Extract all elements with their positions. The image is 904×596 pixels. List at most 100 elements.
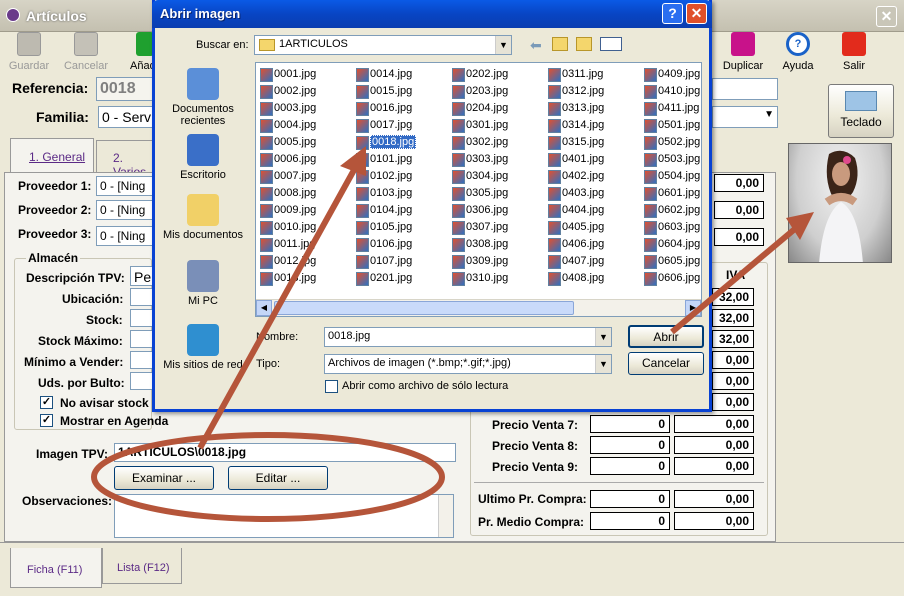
file-item[interactable]: 0601.jpg <box>642 185 700 201</box>
precio-venta-a[interactable]: 0 <box>590 436 670 454</box>
file-item[interactable]: 0105.jpg <box>354 219 412 235</box>
file-item[interactable]: 0107.jpg <box>354 253 412 269</box>
file-item[interactable]: 0016.jpg <box>354 100 412 116</box>
file-item[interactable]: 0014.jpg <box>354 66 412 82</box>
file-item[interactable]: 0605.jpg <box>642 253 700 269</box>
teclado-button[interactable]: Teclado <box>828 84 894 138</box>
stock-field[interactable] <box>130 309 154 327</box>
file-item[interactable]: 0410.jpg <box>642 83 700 99</box>
file-item[interactable]: 0303.jpg <box>450 151 508 167</box>
file-item[interactable]: 0312.jpg <box>546 83 604 99</box>
file-item[interactable]: 0009.jpg <box>258 202 316 218</box>
file-item[interactable]: 0404.jpg <box>546 202 604 218</box>
nombre-field[interactable]: 0018.jpg ▼ <box>324 327 612 347</box>
ubicacion-field[interactable] <box>130 288 154 306</box>
stock-maximo-field[interactable] <box>130 330 154 348</box>
tab-varios[interactable]: 2. Varios <box>96 140 154 179</box>
proveedor2-select[interactable]: 0 - [Ning <box>96 200 154 220</box>
file-item[interactable]: 0503.jpg <box>642 151 700 167</box>
file-item[interactable]: 0104.jpg <box>354 202 412 218</box>
precio-venta-b[interactable]: 0,00 <box>674 457 754 475</box>
no-avisar-checkbox[interactable]: ✓ <box>40 396 53 409</box>
ayuda-button[interactable]: ? Ayuda <box>776 32 820 72</box>
scroll-left-icon[interactable]: ◀ <box>256 300 272 316</box>
file-item[interactable]: 0306.jpg <box>450 202 508 218</box>
anadir-button[interactable]: Añad <box>130 32 154 72</box>
readonly-checkbox[interactable] <box>325 380 338 393</box>
file-item[interactable]: 0004.jpg <box>258 117 316 133</box>
file-item[interactable]: 0002.jpg <box>258 83 316 99</box>
back-arrow-icon[interactable]: ⬅ <box>530 37 542 54</box>
up-folder-icon[interactable] <box>552 37 568 51</box>
place-recent-documents[interactable]: Documentos recientes <box>158 68 248 127</box>
file-item[interactable]: 0301.jpg <box>450 117 508 133</box>
precio-venta-b[interactable]: 0,00 <box>674 415 754 433</box>
tab-general[interactable]: 1. General <box>10 138 94 172</box>
file-item[interactable]: 0408.jpg <box>546 270 604 286</box>
place-my-computer[interactable]: Mi PC <box>158 260 248 307</box>
file-item[interactable]: 0101.jpg <box>354 151 412 167</box>
dialog-close-button[interactable]: ✕ <box>686 3 707 24</box>
file-item[interactable]: 0504.jpg <box>642 168 700 184</box>
new-folder-icon[interactable] <box>576 37 592 51</box>
file-item[interactable]: 0405.jpg <box>546 219 604 235</box>
file-item[interactable]: 0606.jpg <box>642 270 700 286</box>
file-item[interactable]: 0501.jpg <box>642 117 700 133</box>
proveedor1-select[interactable]: 0 - [Ning <box>96 176 154 196</box>
descripcion-tpv-field[interactable]: Pe <box>130 266 154 286</box>
iva-value[interactable]: 32,00 <box>712 288 754 306</box>
examinar-button[interactable]: Examinar ... <box>114 466 214 490</box>
file-item[interactable]: 0308.jpg <box>450 236 508 252</box>
dialog-help-button[interactable]: ? <box>662 3 683 24</box>
file-item[interactable]: 0201.jpg <box>354 270 412 286</box>
precio-venta-a[interactable]: 0 <box>590 415 670 433</box>
file-item[interactable]: 0604.jpg <box>642 236 700 252</box>
precio-venta-a[interactable]: 0 <box>590 457 670 475</box>
uds-bulto-field[interactable] <box>130 372 154 390</box>
dialog-cancelar-button[interactable]: Cancelar <box>628 352 704 375</box>
file-item[interactable]: 0411.jpg <box>642 100 699 116</box>
file-item[interactable]: 0304.jpg <box>450 168 508 184</box>
view-menu-icon[interactable] <box>600 37 622 51</box>
imagen-tpv-field[interactable]: 1ARTICULOS\0018.jpg <box>114 443 456 462</box>
familia-dropdown-tail[interactable]: ▼ <box>712 106 778 128</box>
file-item[interactable]: 0011.jpg <box>258 236 315 252</box>
observaciones-field[interactable] <box>114 494 454 538</box>
file-item[interactable]: 0307.jpg <box>450 219 508 235</box>
file-item[interactable]: 0013.jpg <box>258 270 316 286</box>
iva-value[interactable]: 32,00 <box>712 330 754 348</box>
file-item[interactable]: 0603.jpg <box>642 219 700 235</box>
file-item[interactable]: 0204.jpg <box>450 100 508 116</box>
observaciones-scrollbar[interactable] <box>438 495 453 537</box>
minimo-vender-field[interactable] <box>130 351 154 369</box>
cancelar-toolbar-button[interactable]: Cancelar <box>62 32 110 72</box>
file-item[interactable]: 0003.jpg <box>258 100 316 116</box>
file-item[interactable]: 0017.jpg <box>354 117 412 133</box>
file-item[interactable]: 0305.jpg <box>450 185 508 201</box>
file-item[interactable]: 0401.jpg <box>546 151 604 167</box>
proveedor1-precio[interactable]: 0,00 <box>714 174 764 192</box>
tipo-select[interactable]: Archivos de imagen (*.bmp;*.gif;*.jpg) ▼ <box>324 354 612 374</box>
proveedor3-precio[interactable]: 0,00 <box>714 228 764 246</box>
ultimo-compra-b[interactable]: 0,00 <box>674 490 754 508</box>
buscar-en-select[interactable]: 1ARTICULOS ▼ <box>254 35 512 55</box>
scroll-right-icon[interactable]: ▶ <box>685 300 701 316</box>
file-item[interactable]: 0403.jpg <box>546 185 604 201</box>
file-item[interactable]: 0406.jpg <box>546 236 604 252</box>
iva-value[interactable]: 0,00 <box>712 351 754 369</box>
precio-venta-b[interactable]: 0,00 <box>674 436 754 454</box>
editar-button[interactable]: Editar ... <box>228 466 328 490</box>
familia-select[interactable]: 0 - Serv <box>98 106 156 128</box>
file-item[interactable]: 0402.jpg <box>546 168 604 184</box>
scroll-thumb[interactable] <box>274 301 574 315</box>
file-item[interactable]: 0310.jpg <box>450 270 508 286</box>
medio-compra-b[interactable]: 0,00 <box>674 512 754 530</box>
medio-compra-a[interactable]: 0 <box>590 512 670 530</box>
file-item[interactable]: 0409.jpg <box>642 66 700 82</box>
descripcion-field[interactable] <box>712 78 778 100</box>
file-item[interactable]: 0006.jpg <box>258 151 316 167</box>
tab-lista[interactable]: Lista (F12) <box>102 548 182 584</box>
proveedor2-precio[interactable]: 0,00 <box>714 201 764 219</box>
main-close-button[interactable]: ✕ <box>876 6 897 27</box>
proveedor3-select[interactable]: 0 - [Ning <box>96 226 154 246</box>
